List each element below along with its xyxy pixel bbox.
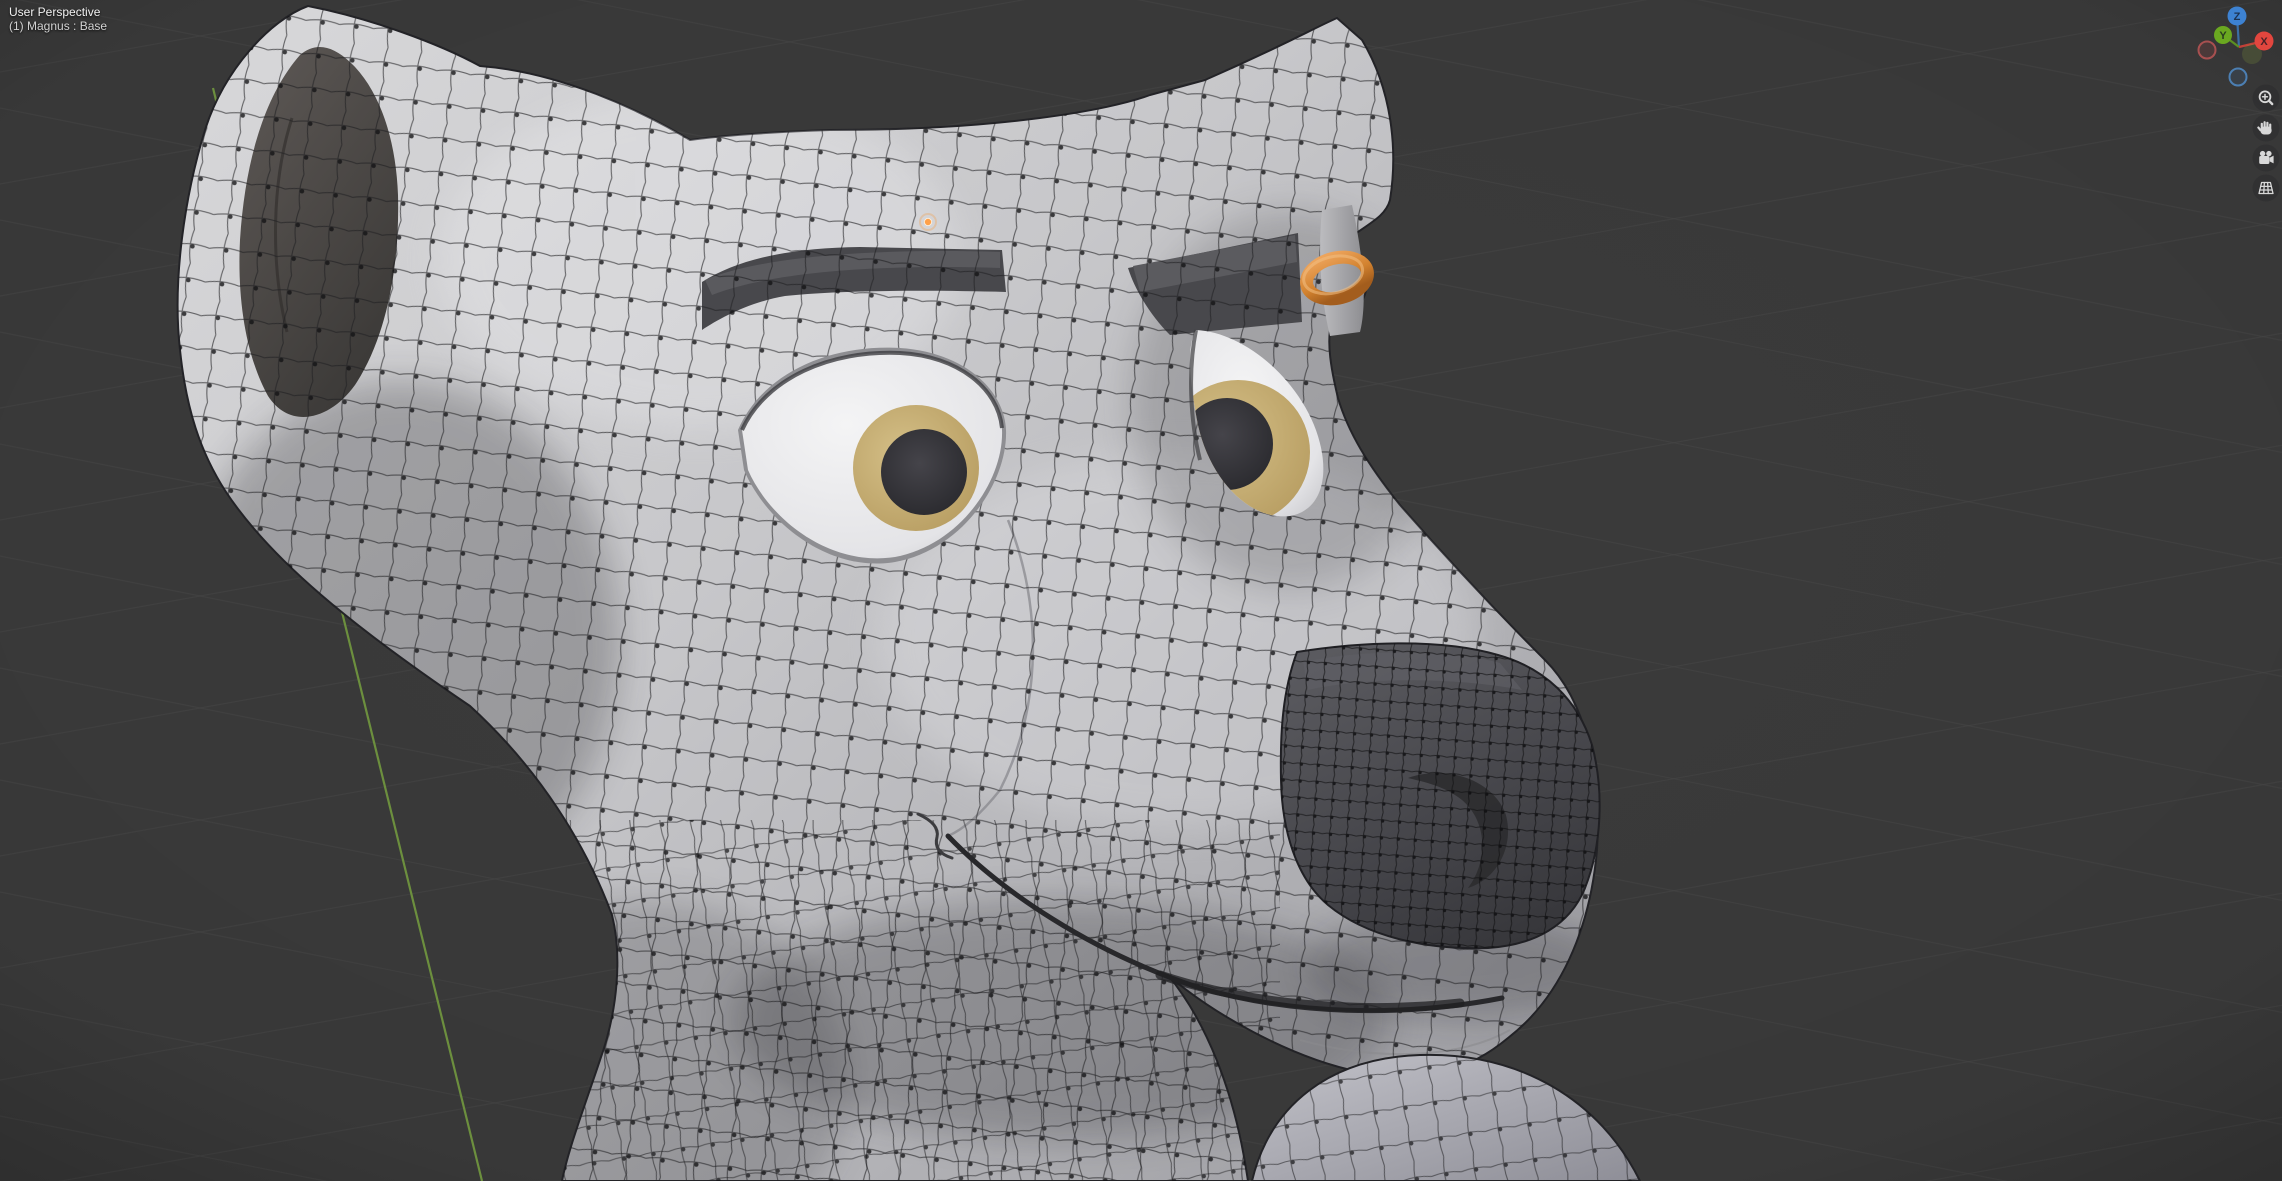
axis-y-ball[interactable]: Y [2214,26,2232,44]
axis-y-label: Y [2219,30,2227,42]
axis-x-negative-ball[interactable] [2197,40,2217,60]
axis-x-ball[interactable]: X [2254,31,2274,51]
projection-toggle-button[interactable] [2252,174,2280,202]
move-view-button[interactable] [2252,114,2280,142]
axis-z-ball[interactable]: Z [2227,6,2247,26]
viewport-canvas[interactable]: Z Y X [0,0,2282,1181]
axis-x-label: X [2260,36,2268,48]
nose [1279,642,1601,950]
camera-icon [2259,150,2274,164]
left-pupil [881,429,967,515]
camera-view-button[interactable] [2252,144,2280,172]
axis-z-label: Z [2234,11,2241,23]
axis-z-negative-ball[interactable] [2228,67,2248,87]
blender-3d-viewport[interactable]: User Perspective (1) Magnus : Base Z Y X [0,0,2282,1181]
zoom-button[interactable] [2252,84,2280,112]
